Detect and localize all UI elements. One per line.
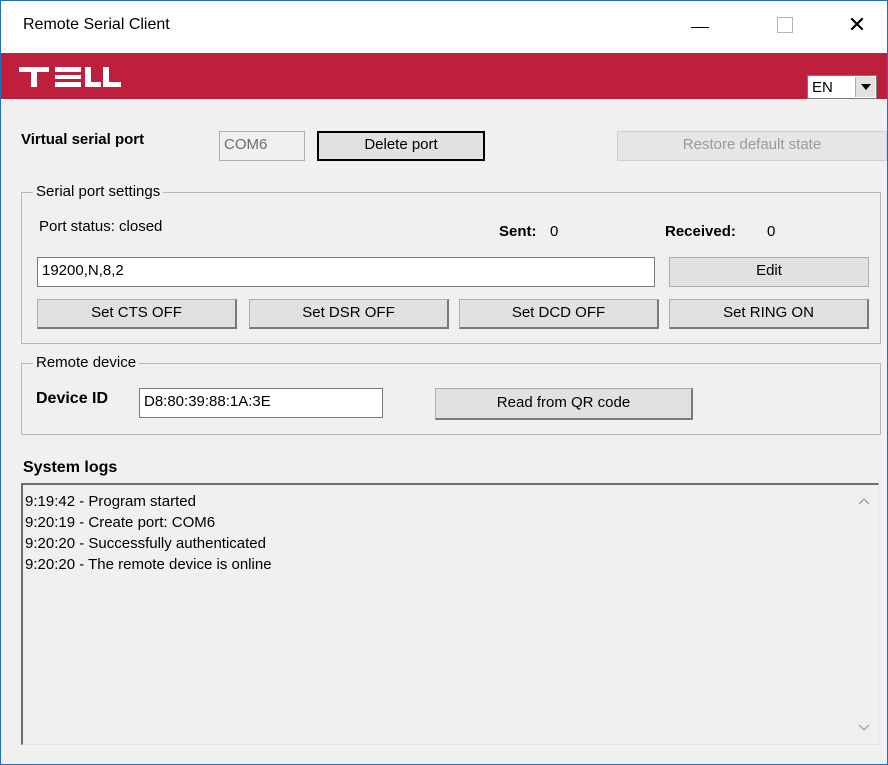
- title-bar: Remote Serial Client ✕: [1, 1, 887, 53]
- log-line: 9:19:42 - Program started: [25, 493, 196, 510]
- chevron-up-icon[interactable]: [850, 489, 878, 513]
- sent-label: Sent:: [499, 223, 537, 240]
- minimize-button[interactable]: [671, 1, 729, 53]
- set-cts-button[interactable]: Set CTS OFF: [37, 299, 237, 329]
- app-window: Remote Serial Client ✕ EN Virtual serial…: [0, 0, 888, 765]
- system-logs-box[interactable]: 9:19:42 - Program started 9:20:19 - Crea…: [21, 483, 879, 745]
- brand-bar: [1, 53, 887, 99]
- system-logs-title: System logs: [23, 459, 118, 476]
- device-id-field[interactable]: D8:80:39:88:1A:3E: [139, 388, 383, 418]
- tell-logo: [19, 67, 121, 87]
- close-button[interactable]: ✕: [828, 1, 886, 53]
- log-lines: 9:19:42 - Program started 9:20:19 - Crea…: [25, 491, 272, 575]
- restore-default-button[interactable]: Restore default state: [617, 131, 887, 161]
- port-status-text: Port status: closed: [39, 218, 163, 235]
- read-qr-button[interactable]: Read from QR code: [435, 388, 693, 420]
- received-value: 0: [767, 223, 776, 240]
- close-icon: ✕: [847, 13, 867, 38]
- chevron-down-icon[interactable]: [855, 77, 875, 97]
- maximize-button[interactable]: [756, 1, 814, 53]
- serial-settings-legend: Serial port settings: [33, 183, 164, 200]
- device-id-label: Device ID: [36, 390, 109, 407]
- language-select[interactable]: EN: [807, 75, 877, 99]
- delete-port-button[interactable]: Delete port: [317, 131, 485, 161]
- minimize-icon: [691, 27, 709, 28]
- serial-params-field[interactable]: 19200,N,8,2: [37, 257, 655, 287]
- log-line: 9:20:19 - Create port: COM6: [25, 514, 216, 531]
- set-dcd-button[interactable]: Set DCD OFF: [459, 299, 659, 329]
- maximize-icon: [777, 17, 793, 33]
- port-field: COM6: [219, 131, 305, 161]
- set-ring-button[interactable]: Set RING ON: [669, 299, 869, 329]
- sent-value: 0: [550, 223, 559, 240]
- log-line: 9:20:20 - Successfully authenticated: [25, 535, 266, 552]
- virtual-port-label: Virtual serial port: [21, 131, 145, 148]
- set-dsr-button[interactable]: Set DSR OFF: [249, 299, 449, 329]
- language-value: EN: [812, 79, 833, 96]
- log-line: 9:20:20 - The remote device is online: [25, 556, 272, 573]
- edit-button[interactable]: Edit: [669, 257, 869, 287]
- window-title: Remote Serial Client: [23, 16, 170, 33]
- received-label: Received:: [665, 223, 736, 240]
- chevron-down-icon[interactable]: [850, 716, 878, 740]
- remote-device-legend: Remote device: [33, 354, 140, 371]
- log-scrollbar[interactable]: [850, 485, 878, 744]
